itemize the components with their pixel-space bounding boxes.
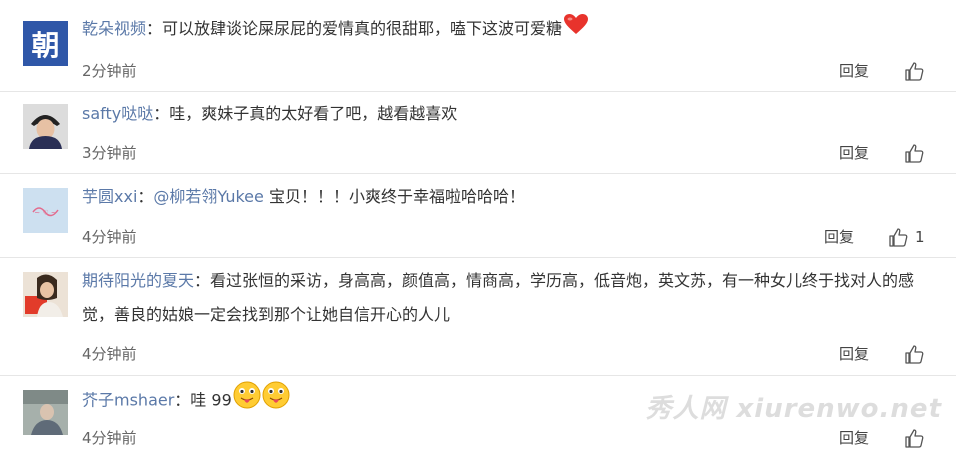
comment-body: 芋圆xxi：@柳若翎Yukee 宝贝！！！小爽终于幸福啦哈哈哈！ [82, 180, 916, 214]
like-button[interactable] [903, 427, 925, 449]
avatar-image [23, 390, 68, 435]
comment-item: safty哒哒：哇，爽妹子真的太好看了吧，越看越喜欢 3分钟前 回复 [0, 92, 956, 174]
avatar-image [23, 272, 68, 317]
reply-button[interactable]: 回复 [839, 61, 869, 81]
tongue-out-emoji-icon [233, 381, 261, 421]
comment-text-prefix: ： [137, 187, 154, 206]
comment-text: ：看过张恒的采访，身高高，颜值高，情商高，学历高，低音炮，英文苏，有一种女儿终于… [82, 271, 915, 324]
reply-button[interactable]: 回复 [839, 344, 869, 364]
reply-button[interactable]: 回复 [839, 143, 869, 163]
comment-body: 期待阳光的夏天：看过张恒的采访，身高高，颜值高，情商高，学历高，低音炮，英文苏，… [82, 264, 920, 332]
comment-time: 3分钟前 [82, 144, 137, 162]
comment-text: ：哇 99 [174, 390, 232, 410]
comment-time: 4分钟前 [82, 345, 137, 363]
avatar-image: ~ ♡ ~ [23, 188, 68, 233]
thumbs-up-icon [905, 144, 924, 163]
avatar[interactable] [23, 390, 68, 435]
comment-mention[interactable]: @柳若翎Yukee [153, 187, 263, 206]
thumbs-up-icon [889, 228, 908, 247]
thumbs-up-icon [905, 429, 924, 448]
avatar-image: 朝 [23, 21, 68, 66]
comment-time: 4分钟前 [82, 429, 137, 447]
heart-emoji-icon [563, 13, 589, 47]
like-button[interactable] [903, 60, 925, 82]
avatar[interactable]: 朝 [23, 21, 68, 66]
like-button[interactable] [887, 226, 909, 248]
avatar[interactable]: ~ ♡ ~ [23, 188, 68, 233]
comment-text: 宝贝！！！小爽终于幸福啦哈哈哈！ [263, 187, 525, 206]
comment-item: 朝 乾朵视频：可以放肆谈论屎尿屁的爱情真的很甜耶，嗑下这波可爱糖 2分钟前 回复 [0, 0, 956, 92]
comment-body: 乾朵视频：可以放肆谈论屎尿屁的爱情真的很甜耶，嗑下这波可爱糖 [82, 12, 916, 47]
tongue-out-emoji-icon [262, 381, 290, 421]
comment-item: 期待阳光的夏天：看过张恒的采访，身高高，颜值高，情商高，学历高，低音炮，英文苏，… [0, 258, 956, 376]
avatar-image [23, 104, 68, 149]
comment-time: 4分钟前 [82, 228, 137, 246]
reply-button[interactable]: 回复 [824, 227, 854, 247]
comment-username[interactable]: 期待阳光的夏天 [82, 271, 194, 290]
avatar[interactable] [23, 104, 68, 149]
avatar[interactable] [23, 272, 68, 317]
comment-text: ：哇，爽妹子真的太好看了吧，越看越喜欢 [153, 104, 458, 123]
comment-username[interactable]: 芥子mshaer [82, 391, 174, 410]
watermark: 秀人网 xiurenwo.net [645, 394, 942, 424]
comment-item: ~ ♡ ~ 芋圆xxi：@柳若翎Yukee 宝贝！！！小爽终于幸福啦哈哈哈！ 4… [0, 174, 956, 258]
comment-username[interactable]: safty哒哒 [82, 104, 153, 123]
comment-time: 2分钟前 [82, 62, 137, 80]
like-button[interactable] [903, 142, 925, 164]
avatar-glyph: 朝 [31, 29, 59, 62]
thumbs-up-icon [905, 62, 924, 81]
like-count: 1 [915, 228, 925, 246]
comment-username[interactable]: 乾朵视频 [82, 19, 146, 38]
reply-button[interactable]: 回复 [839, 428, 869, 448]
comment-username[interactable]: 芋圆xxi [82, 187, 137, 206]
comment-body: safty哒哒：哇，爽妹子真的太好看了吧，越看越喜欢 [82, 97, 916, 131]
like-button[interactable] [903, 343, 925, 365]
comment-text: ：可以放肆谈论屎尿屁的爱情真的很甜耶，嗑下这波可爱糖 [146, 19, 563, 38]
svg-text:~ ♡ ~: ~ ♡ ~ [34, 209, 57, 217]
thumbs-up-icon [905, 345, 924, 364]
